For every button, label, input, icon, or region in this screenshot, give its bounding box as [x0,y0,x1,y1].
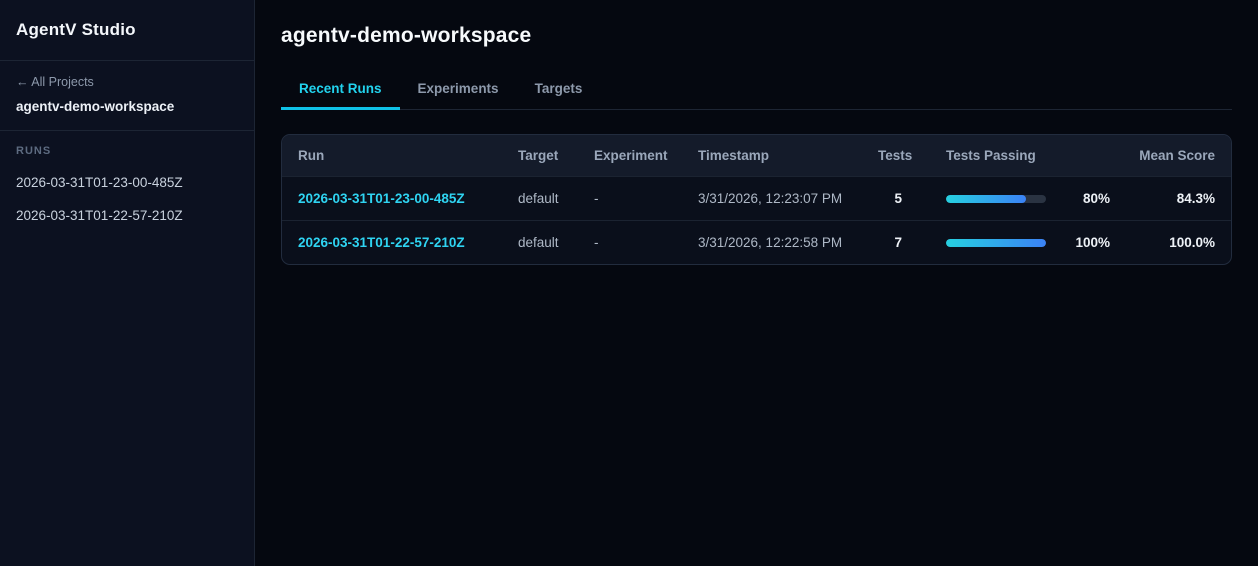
run-link[interactable]: 2026-03-31T01-22-57-210Z [298,235,465,250]
tests-count-cell: 7 [894,235,902,250]
experiment-cell: - [594,235,599,250]
tests-count-cell: 5 [894,191,902,206]
tests-passing-progress-fill [946,238,1046,247]
app-title: AgentV Studio [16,20,136,39]
tests-passing-progress-fill [946,194,1026,203]
sidebar: AgentV Studio ← All Projects agentv-demo… [0,0,255,566]
tab-targets[interactable]: Targets [517,72,601,110]
runs-section-label: RUNS [16,145,52,157]
runs-table: Run Target Experiment Timestamp Tests Te… [282,135,1231,264]
column-header-timestamp: Timestamp [698,148,770,163]
target-cell: default [518,235,559,250]
table-row: 2026-03-31T01-22-57-210Z default - 3/31/… [282,220,1231,265]
tests-passing-cell: 100% [914,221,1122,265]
main-content: agentv-demo-workspace Recent Runs Experi… [255,0,1258,566]
tab-experiments[interactable]: Experiments [400,72,517,110]
column-header-experiment: Experiment [594,148,668,163]
page-title: agentv-demo-workspace [281,24,532,47]
tests-passing-percent: 80% [1082,191,1110,206]
tests-passing-cell: 80% [914,177,1122,221]
tab-recent-runs[interactable]: Recent Runs [281,72,400,110]
column-header-run: Run [298,148,325,163]
tests-passing-progress-track [946,194,1046,203]
all-projects-back-link[interactable]: ← All Projects [16,75,238,89]
column-header-tests-passing: Tests Passing [946,148,1036,163]
sidebar-run-item[interactable]: 2026-03-31T01-23-00-485Z [16,175,238,190]
runs-table-card: Run Target Experiment Timestamp Tests Te… [281,134,1232,265]
sidebar-header: AgentV Studio [0,0,254,61]
tab-bar: Recent Runs Experiments Targets [281,72,1232,110]
column-header-tests: Tests [878,148,913,163]
run-link[interactable]: 2026-03-31T01-23-00-485Z [298,191,465,206]
table-row: 2026-03-31T01-23-00-485Z default - 3/31/… [282,176,1231,221]
tests-passing-progress-track [946,238,1046,247]
sidebar-workspace-name: agentv-demo-workspace [16,99,175,114]
target-cell: default [518,191,559,206]
mean-score-cell: 100.0% [1169,235,1215,250]
sidebar-project-section: ← All Projects agentv-demo-workspace [0,61,254,131]
timestamp-cell: 3/31/2026, 12:23:07 PM [698,191,843,206]
timestamp-cell: 3/31/2026, 12:22:58 PM [698,235,843,250]
sidebar-runs-section: RUNS 2026-03-31T01-23-00-485Z 2026-03-31… [0,131,254,237]
table-header-row: Run Target Experiment Timestamp Tests Te… [282,135,1231,177]
column-header-target: Target [518,148,559,163]
mean-score-cell: 84.3% [1176,191,1215,206]
sidebar-run-item[interactable]: 2026-03-31T01-22-57-210Z [16,208,238,223]
column-header-mean-score: Mean Score [1139,148,1215,163]
tests-passing-percent: 100% [1075,235,1110,250]
experiment-cell: - [594,191,599,206]
